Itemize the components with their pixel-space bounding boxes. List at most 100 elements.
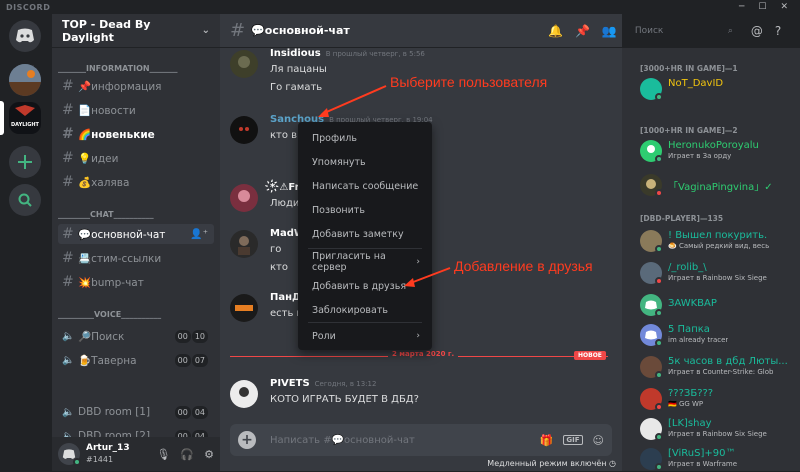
speaker-icon: 🔈 [62, 354, 75, 366]
message-author[interactable]: Insidious В прошлый четверг, в 5:56 [270, 48, 425, 59]
hash-icon: # [62, 126, 74, 142]
voice-channel-tavern[interactable]: 🔈 🍺Таверна 00 07 [58, 350, 214, 370]
explore-servers-button[interactable] [9, 184, 41, 216]
menu-item-add-note[interactable]: Добавить заметку [304, 224, 426, 244]
voice-channel-search[interactable]: 🔈 🔎Поиск 00 10 [58, 326, 214, 346]
avatar[interactable] [230, 380, 258, 408]
new-badge: НОВОЕ [574, 351, 606, 360]
menu-item-message[interactable]: Написать сообщение [304, 176, 426, 196]
maximize-button[interactable]: ☐ [758, 2, 766, 12]
menu-item-block[interactable]: Заблокировать [304, 300, 426, 320]
add-server-button[interactable] [9, 146, 41, 178]
avatar[interactable] [230, 294, 258, 322]
server-icon-landscape[interactable] [9, 64, 41, 96]
menu-item-profile[interactable]: Профиль [304, 128, 426, 148]
message-author[interactable]: *҉⚠Fr [270, 182, 300, 193]
member-item[interactable]: ! Вышел покурить. 🍮 Самый редкий вид, ве… [640, 228, 796, 254]
channel-news[interactable]: # 📄новости [58, 100, 214, 120]
avatar[interactable] [230, 50, 258, 78]
member-item[interactable]: ???ЗБ??? 🇩🇪 GG WP [640, 386, 796, 412]
menu-item-roles[interactable]: Роли › [304, 326, 426, 346]
menu-item-invite[interactable]: Пригласить на сервер › [304, 251, 426, 273]
member-item[interactable]: 5 Папка im already tracer [640, 322, 796, 348]
close-button[interactable]: ✕ [780, 2, 788, 12]
channel-ideas[interactable]: # 💡идеи [58, 148, 214, 168]
status-icon [655, 403, 663, 411]
server-icon-dead-by-daylight[interactable]: DAYLIGHT [9, 102, 41, 134]
minimize-button[interactable]: ─ [739, 2, 744, 12]
channel-bump-chat[interactable]: # 💥bump-чат [58, 272, 214, 292]
user-context-menu: Профиль Упомянуть Написать сообщение Поз… [298, 122, 432, 350]
add-member-icon[interactable]: 👤⁺ [190, 229, 208, 240]
member-list: [3000+HR IN GAME]—1 NoT_DavID [1000+HR I… [622, 48, 800, 471]
channel-freebies[interactable]: # 💰халява [58, 172, 214, 192]
message-text: Го гамать [270, 82, 323, 93]
hash-icon: # [62, 174, 74, 190]
member-item[interactable]: 5к часов в дбд Люты... Играет в Counter-… [640, 354, 796, 380]
avatar[interactable] [230, 184, 258, 212]
member-item[interactable]: [LK]shay Играет в Rainbow Six Siege [640, 416, 796, 442]
chevron-right-icon: › [416, 257, 420, 267]
svg-text:DAYLIGHT: DAYLIGHT [11, 122, 39, 128]
attach-plus-icon[interactable]: + [238, 431, 256, 449]
user-limit-badge: 00 07 [174, 353, 208, 367]
search-input[interactable]: Поиск ⌕ [628, 22, 739, 40]
hash-icon: # [62, 102, 74, 118]
menu-item-mention[interactable]: Упомянуть [304, 152, 426, 172]
category-voice[interactable]: _________VOICE__________ [58, 310, 161, 319]
member-item[interactable]: ЗAWKBAP [640, 292, 796, 318]
member-item[interactable]: [ViRuS]+90™ Играет в Warframe [640, 446, 796, 472]
header-toolbar: 🔔 📌 👥 Поиск ⌕ @ ? [546, 14, 800, 48]
voice-channel-dbd-room-1[interactable]: 🔈 DBD room [1] 00 04 [58, 402, 214, 422]
help-icon[interactable]: ? [775, 24, 781, 38]
hash-icon: # [62, 78, 74, 94]
avatar[interactable] [230, 116, 258, 144]
member-item[interactable]: /_rolib_\ Играет в Rainbow Six Siege [640, 260, 796, 286]
hash-icon: # [62, 150, 74, 166]
channel-main-chat[interactable]: # 💬основной-чат 👤⁺ [58, 224, 214, 244]
plus-icon [18, 155, 32, 169]
gif-icon[interactable]: GIF [563, 435, 583, 445]
clock-icon: ◷ [609, 459, 616, 468]
status-icon [655, 93, 663, 101]
username: Artur_13 [86, 443, 130, 453]
channel-information[interactable]: # 📌информация [58, 76, 214, 96]
server-header[interactable]: TOP - Dead By Daylight ⌄ [52, 14, 220, 48]
channel-steam-links[interactable]: # 📇стим-ссылки [58, 248, 214, 268]
gear-icon[interactable]: ⚙ [204, 448, 214, 461]
message-text: Люди [270, 198, 300, 209]
pin-icon[interactable]: 📌 [575, 24, 590, 38]
category-information[interactable]: _______INFORMATION_______ [58, 64, 178, 73]
search-icon [18, 193, 32, 207]
menu-item-add-friend[interactable]: Добавить в друзья [304, 276, 426, 296]
user-limit-badge: 00 10 [174, 329, 208, 343]
member-item[interactable]: 「VaginaPingvina」✓ [640, 172, 796, 198]
user-discriminator: #1441 [86, 455, 114, 464]
discord-logo-icon [16, 28, 34, 43]
member-item[interactable]: HeronukoPoroyalu Играет в За орду [640, 138, 796, 164]
member-item[interactable]: NoT_DavID [640, 76, 796, 102]
avatar[interactable] [230, 230, 258, 258]
status-icon [655, 339, 663, 347]
speaker-icon: 🔈 [62, 330, 75, 342]
avatar[interactable] [58, 443, 81, 466]
hash-icon: # [62, 274, 74, 290]
home-button[interactable] [9, 20, 41, 52]
emoji-icon[interactable]: ☺ [593, 434, 604, 447]
microphone-icon[interactable]: 🎙 [156, 448, 170, 461]
gift-icon[interactable]: 🎁 [540, 434, 554, 447]
headphones-icon[interactable]: 🎧 [180, 448, 194, 461]
message-author[interactable]: PIVETS Сегодня, в 13:12 [270, 378, 376, 389]
message-input[interactable]: Написать #💬основной-чат [270, 435, 415, 446]
menu-item-call[interactable]: Позвонить [304, 200, 426, 220]
mention-icon[interactable]: @ [751, 24, 763, 38]
members-icon[interactable]: 👥 [602, 24, 617, 38]
channel-newcomers[interactable]: # 🌈новенькие [58, 124, 214, 144]
status-icon [655, 433, 663, 441]
timestamp: В прошлый четверг, в 5:56 [325, 50, 425, 58]
category-chat[interactable]: ________CHAT__________ [58, 210, 154, 219]
bell-icon[interactable]: 🔔 [548, 24, 563, 38]
user-limit-badge: 00 04 [174, 405, 208, 419]
message-composer[interactable]: + Написать #💬основной-чат 🎁 GIF ☺ [230, 424, 612, 456]
landscape-icon [9, 64, 41, 96]
